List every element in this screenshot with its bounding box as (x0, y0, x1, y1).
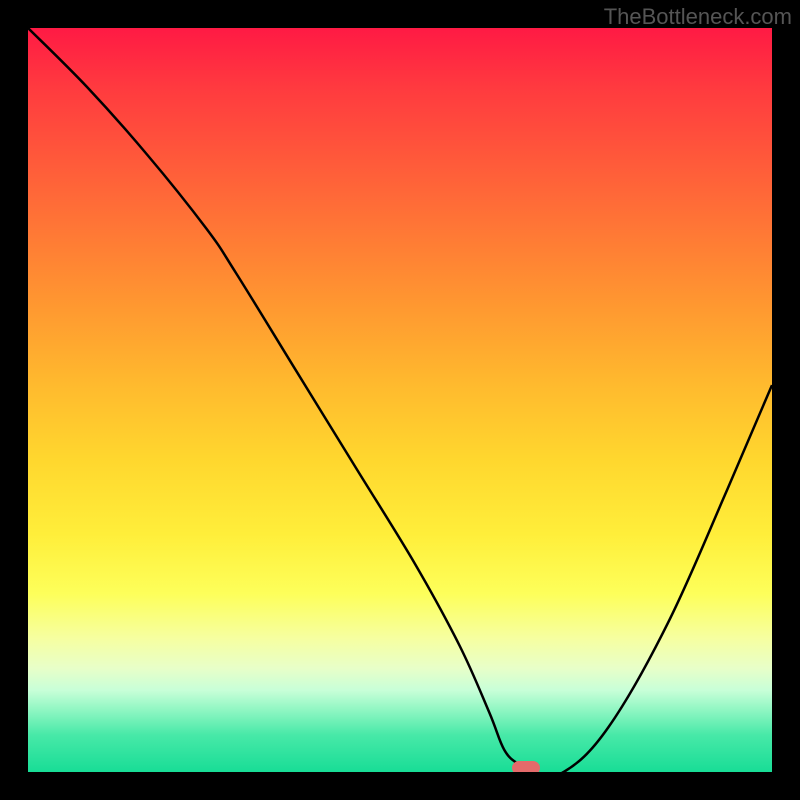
optimal-marker (512, 761, 540, 772)
bottleneck-curve (28, 28, 772, 772)
plot-area (28, 28, 772, 772)
watermark-text: TheBottleneck.com (604, 4, 792, 30)
